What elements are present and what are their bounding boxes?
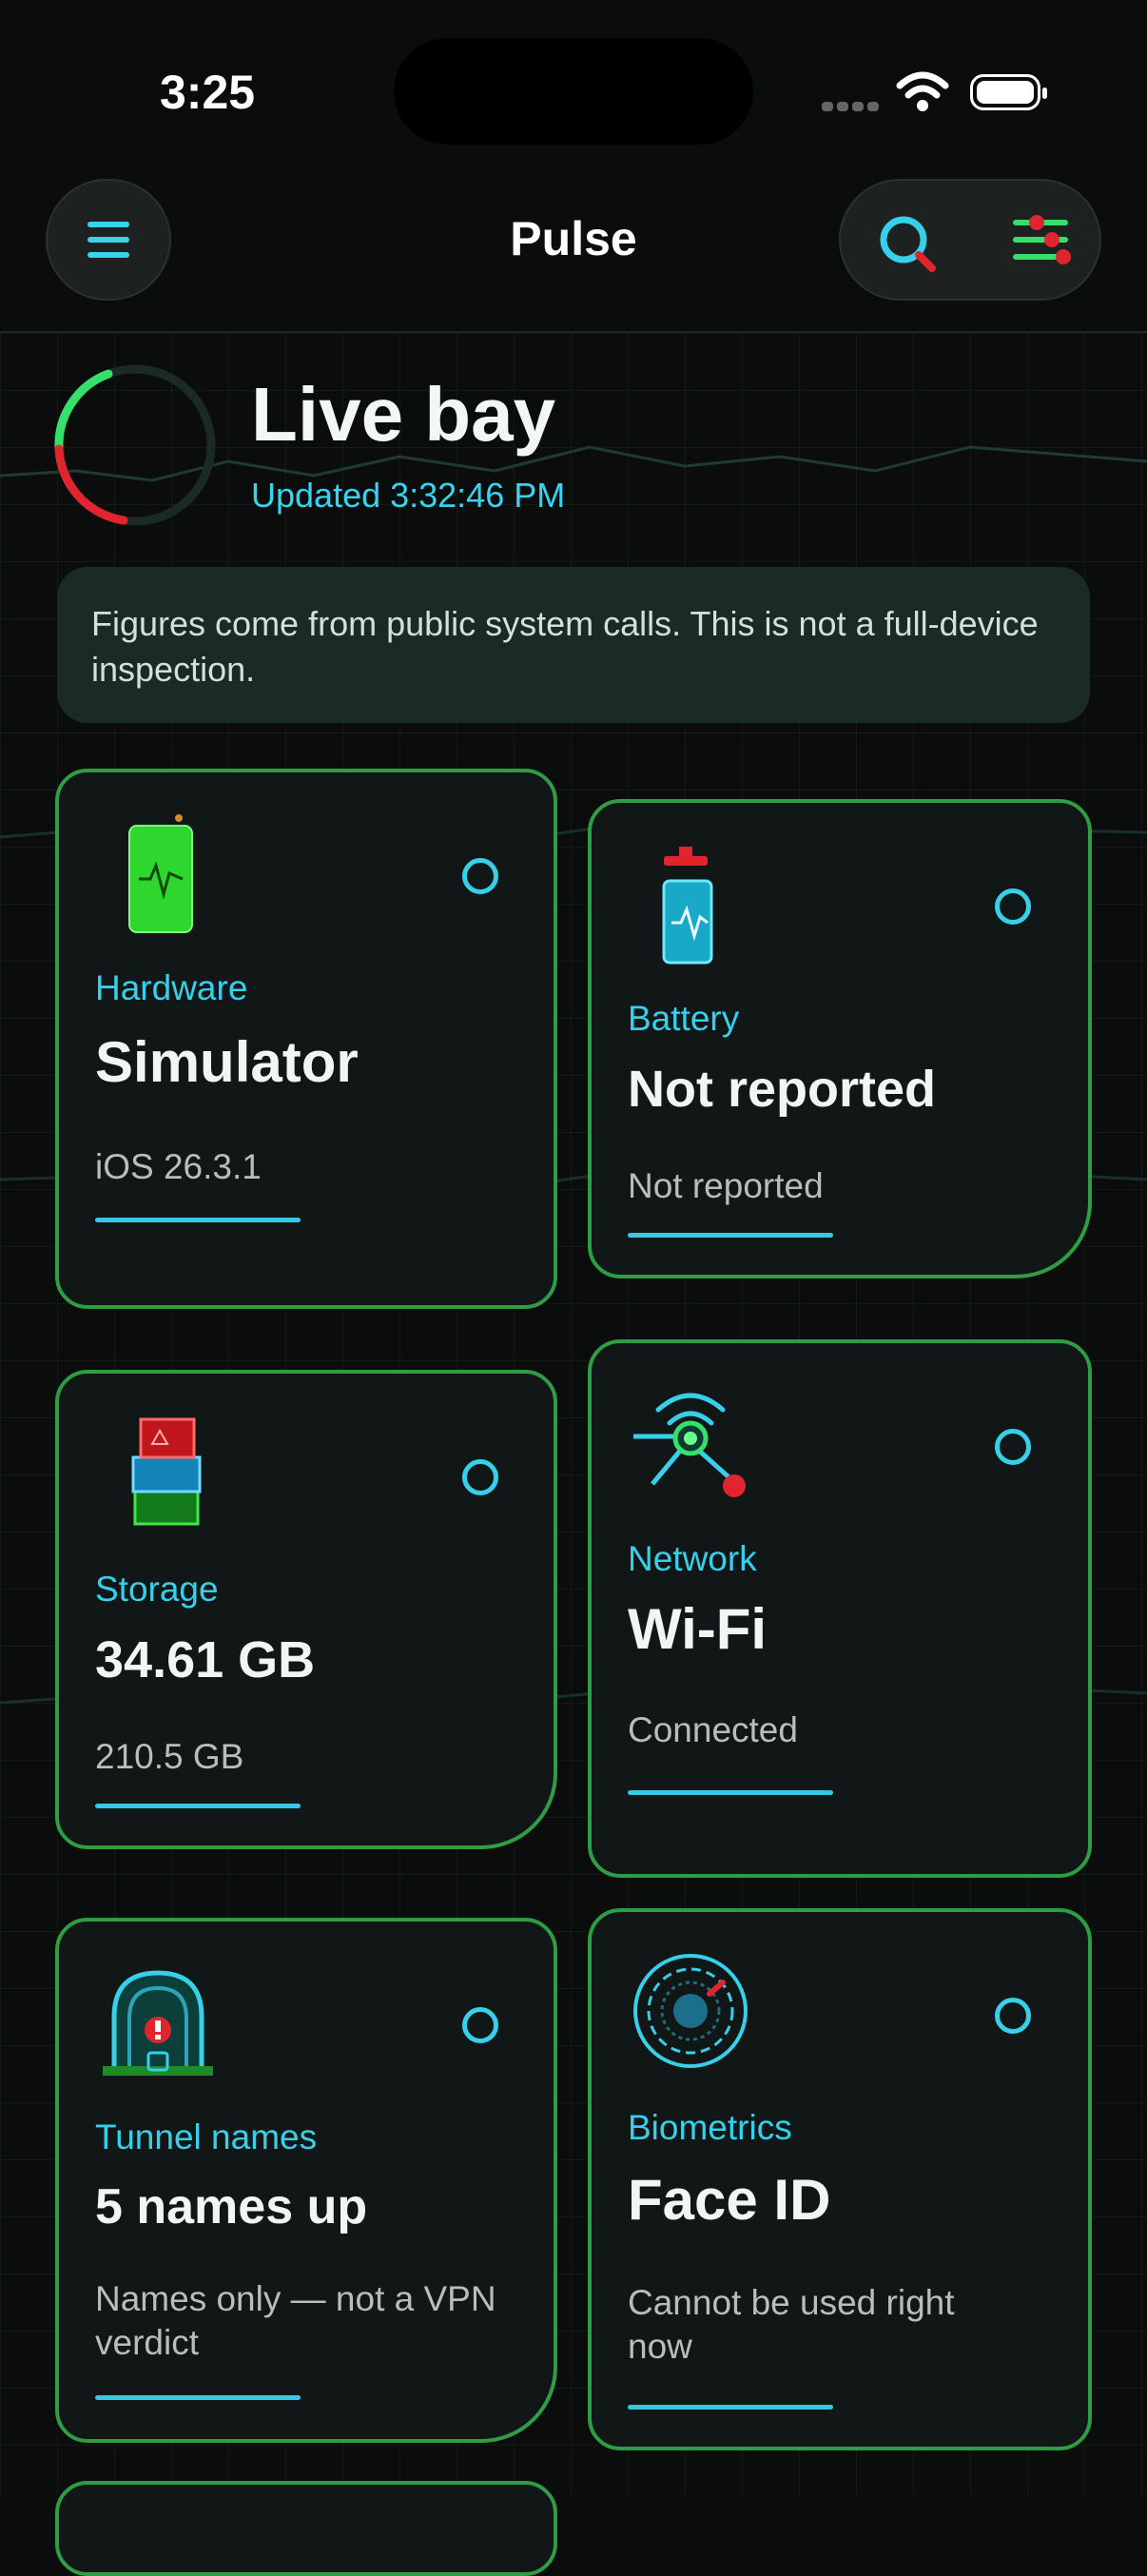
card-accent-bar [95,1218,301,1222]
biometrics-icon [633,1954,748,2068]
navigation-bar: Pulse [0,179,1147,331]
card-label: Tunnel names [95,2117,318,2156]
status-indicator [995,888,1031,925]
card-accent-bar [95,1804,301,1808]
nav-actions-pill [839,179,1101,301]
card-accent-bar [628,1790,833,1795]
card-value: Wi-Fi [628,1597,768,1661]
status-time: 3:25 [160,66,256,119]
card-detail: Connected [628,1710,798,1749]
hardware-card[interactable]: Hardware Simulator iOS 26.3.1 [55,769,557,1309]
next-card-partial[interactable] [55,2481,557,2576]
card-value: Simulator [95,1030,359,1094]
card-accent-bar [95,2395,301,2400]
tunnel-names-card[interactable]: Tunnel names 5 names up Names only — not… [55,1918,557,2443]
card-detail: 210.5 GB [95,1737,244,1776]
card-value: 5 names up [95,2179,368,2234]
card-detail: Names only — not a VPN verdict [95,2279,496,2362]
hero-section: Live bay Updated 3:32:46 PM [51,361,1098,533]
biometrics-card[interactable]: Biometrics Face ID Cannot be used right … [588,1908,1092,2450]
card-label: Battery [628,999,740,1038]
card-value: 34.61 GB [95,1631,316,1688]
battery-icon [662,847,713,965]
filter-sliders-icon[interactable] [1012,209,1073,270]
search-icon[interactable] [875,211,942,278]
status-indicator [462,1459,498,1495]
card-value: Not reported [628,1061,936,1118]
card-detail: Not reported [628,1166,824,1205]
card-accent-bar [628,2405,833,2410]
storage-icon [131,1417,202,1526]
status-indicator [462,858,498,894]
status-ring-icon [54,364,216,526]
tunnel-lock-icon [103,1970,213,2076]
nav-divider [0,331,1147,333]
card-label: Biometrics [628,2108,792,2147]
battery-card[interactable]: Battery Not reported Not reported [588,799,1092,1278]
status-indicator [462,2007,498,2043]
network-icon [633,1393,746,1497]
card-label: Network [628,1539,757,1578]
wifi-icon [896,71,949,111]
card-value: Face ID [628,2168,831,2232]
last-updated-text: Updated 3:32:46 PM [251,476,566,515]
card-detail: iOS 26.3.1 [95,1147,262,1186]
cellular-signal-icon [822,99,883,116]
dynamic-island [394,38,753,145]
status-indicator [995,1998,1031,2034]
phone-icon [128,814,193,933]
hero-title: Live bay [251,372,556,457]
card-label: Storage [95,1570,219,1609]
card-label: Hardware [95,968,248,1007]
status-indicator [995,1429,1031,1465]
disclaimer-notice: Figures come from public system calls. T… [57,567,1090,723]
battery-status-icon [970,74,1047,110]
storage-card[interactable]: Storage 34.61 GB 210.5 GB [55,1370,557,1849]
card-accent-bar [628,1233,833,1238]
status-bar: 3:25 [0,0,1147,181]
network-card[interactable]: Network Wi-Fi Connected [588,1339,1092,1878]
card-detail: Cannot be used right now [628,2283,955,2366]
